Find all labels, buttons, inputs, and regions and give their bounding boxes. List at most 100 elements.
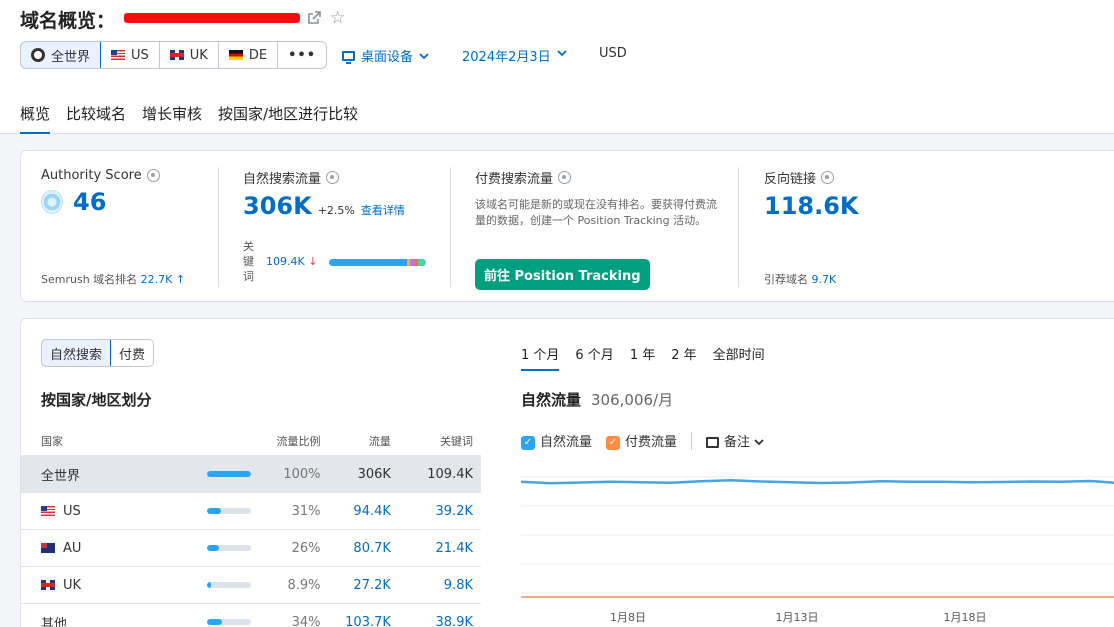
tab-overview[interactable]: 概览 (20, 103, 51, 134)
globe-icon (31, 48, 45, 62)
referring-domains-value[interactable]: 9.7K (812, 273, 837, 286)
db-worldwide-button[interactable]: 全世界 (21, 42, 102, 68)
range-all-time[interactable]: 全部时间 (713, 344, 765, 371)
range-1-year[interactable]: 1 年 (630, 344, 655, 371)
x-tick-label: 1月13日 (776, 611, 819, 624)
traffic-share: 100% (283, 466, 321, 482)
authority-score-icon (41, 190, 63, 214)
country-name: UK (63, 577, 82, 593)
chevron-down-icon (419, 52, 429, 59)
star-icon[interactable]: ☆ (330, 8, 345, 28)
share-bar (207, 619, 252, 625)
traffic-value: 306K (357, 466, 391, 482)
position-tracking-button[interactable]: 前往 Position Tracking (475, 259, 650, 290)
chart-legend: ✓ 自然流量 ✓ 付费流量 备注 (521, 431, 764, 450)
traffic-value[interactable]: 103.7K (321, 615, 391, 627)
page-title: 域名概览： (20, 10, 116, 32)
checkbox-checked-icon: ✓ (521, 435, 535, 450)
more-databases-button[interactable]: ••• (278, 42, 326, 68)
tab-growth-audit[interactable]: 增长审核 (142, 103, 202, 134)
share-bar (207, 545, 252, 551)
range-1-month[interactable]: 1 个月 (521, 344, 560, 371)
organic-toggle-button[interactable]: 自然搜索 (42, 340, 112, 366)
backlinks-widget: 反向链接 118.6K 引荐域名 9.7K (764, 151, 964, 301)
organic-traffic-label: 自然搜索流量 (243, 172, 322, 187)
keywords-value[interactable]: 38.9K (391, 615, 473, 627)
legend-paid[interactable]: ✓ 付费流量 (606, 431, 677, 450)
keywords-trend-icon: ↓ (308, 255, 318, 268)
info-icon[interactable] (821, 171, 835, 184)
distribution-card: 自然搜索 付费 按国家/地区划分 国家 流量比例 流量 关键词 全世界 100% 3… (20, 318, 1114, 627)
paid-traffic-label: 付费搜索流量 (475, 172, 554, 187)
keywords-value[interactable]: 21.4K (391, 541, 473, 556)
country-distribution-title: 按国家/地区划分 (41, 391, 152, 409)
traffic-type-toggle: 自然搜索 付费 (41, 339, 155, 367)
date-dropdown[interactable]: 2024年2月3日 (462, 46, 567, 65)
view-details-link[interactable]: 查看详情 (361, 202, 405, 218)
traffic-value[interactable]: 94.4K (321, 504, 390, 519)
backlinks-value[interactable]: 118.6K (764, 192, 964, 220)
divider (691, 431, 693, 450)
external-link-icon[interactable] (306, 10, 322, 26)
range-6-months[interactable]: 6 个月 (575, 344, 613, 371)
keywords-value[interactable]: 9.8K (391, 578, 473, 593)
organic-series-line (521, 479, 1114, 485)
device-dropdown[interactable]: 桌面设备 (342, 46, 429, 65)
us-flag-icon (41, 506, 55, 516)
table-row[interactable]: AU 26% 80.7K 21.4K (21, 529, 481, 566)
x-tick-label: 1月8日 (610, 611, 646, 624)
tab-bar: 概览 比较域名 增长审核 按国家/地区进行比较 (20, 103, 358, 134)
table-header: 国家 流量比例 流量 关键词 (41, 435, 473, 448)
backlinks-label: 反向链接 (764, 172, 817, 187)
legend-organic[interactable]: ✓ 自然流量 (521, 431, 592, 450)
paid-traffic-widget: 付费搜索流量 该域名可能是新的或现在没有排名。要获得付费流量的数据，创建一个 P… (475, 151, 725, 301)
keyword-distribution-bar (329, 259, 426, 266)
rank-value[interactable]: 22.7K ↑ (141, 273, 185, 286)
share-bar (207, 582, 252, 588)
database-selector: 全世界 US UK DE ••• (20, 41, 328, 69)
divider (738, 167, 739, 287)
keywords-label: 关键词 (243, 240, 254, 283)
table-row[interactable]: 全世界 100% 306K 109.4K (21, 455, 481, 492)
organic-traffic-chart[interactable]: 1月8日 1月13日 1月18日 (521, 469, 1114, 627)
au-flag-icon (41, 543, 55, 553)
authority-score-value: 46 (73, 188, 107, 216)
country-name: 全世界 (41, 468, 81, 484)
table-row[interactable]: US 31% 94.4K 39.2K (21, 492, 481, 529)
db-us-button[interactable]: US (101, 42, 160, 68)
traffic-value[interactable]: 27.2K (321, 578, 390, 593)
rank-label: Semrush 域名排名 (41, 273, 138, 286)
organic-traffic-value[interactable]: 306K (243, 192, 312, 220)
notes-dropdown[interactable]: 备注 (706, 431, 764, 450)
info-icon[interactable] (146, 169, 160, 182)
tab-compare-domains[interactable]: 比较域名 (66, 103, 126, 134)
organic-traffic-chart-title: 自然流量 (521, 391, 582, 409)
db-de-button[interactable]: DE (219, 42, 279, 68)
paid-toggle-button[interactable]: 付费 (111, 340, 153, 366)
keywords-value[interactable]: 109.4K (266, 255, 305, 268)
organic-change: +2.5% (317, 204, 355, 217)
authority-score-widget: Authority Score 46 Semrush 域名排名 22.7K ↑ (41, 151, 221, 301)
time-range-selector: 1 个月 6 个月 1 年 2 年 全部时间 (521, 344, 765, 371)
tab-compare-countries[interactable]: 按国家/地区进行比较 (218, 103, 358, 134)
share-bar (207, 471, 252, 477)
de-flag-icon (228, 50, 243, 60)
db-uk-button[interactable]: UK (160, 42, 219, 68)
uk-flag-icon (41, 580, 55, 590)
traffic-value[interactable]: 80.7K (321, 541, 390, 556)
metrics-card: Authority Score 46 Semrush 域名排名 22.7K ↑ … (20, 150, 1114, 302)
range-2-years[interactable]: 2 年 (671, 344, 696, 371)
keywords-value[interactable]: 39.2K (391, 504, 473, 519)
country-name: US (63, 503, 81, 519)
table-row[interactable]: UK 8.9% 27.2K 9.8K (21, 566, 481, 603)
currency-label: USD (599, 46, 627, 61)
redacted-domain (124, 13, 300, 23)
info-icon[interactable] (326, 171, 340, 184)
authority-score-label: Authority Score (41, 168, 142, 183)
info-icon[interactable] (558, 171, 572, 184)
traffic-share: 31% (291, 503, 321, 519)
us-flag-icon (111, 50, 126, 60)
monitor-icon (342, 50, 355, 64)
top-bar: 域名概览： ☆ 全世界 US UK DE ••• 桌面设备 2024年2月3日 … (0, 0, 1114, 134)
table-row[interactable]: 其他 34% 103.7K 38.9K (21, 603, 481, 627)
